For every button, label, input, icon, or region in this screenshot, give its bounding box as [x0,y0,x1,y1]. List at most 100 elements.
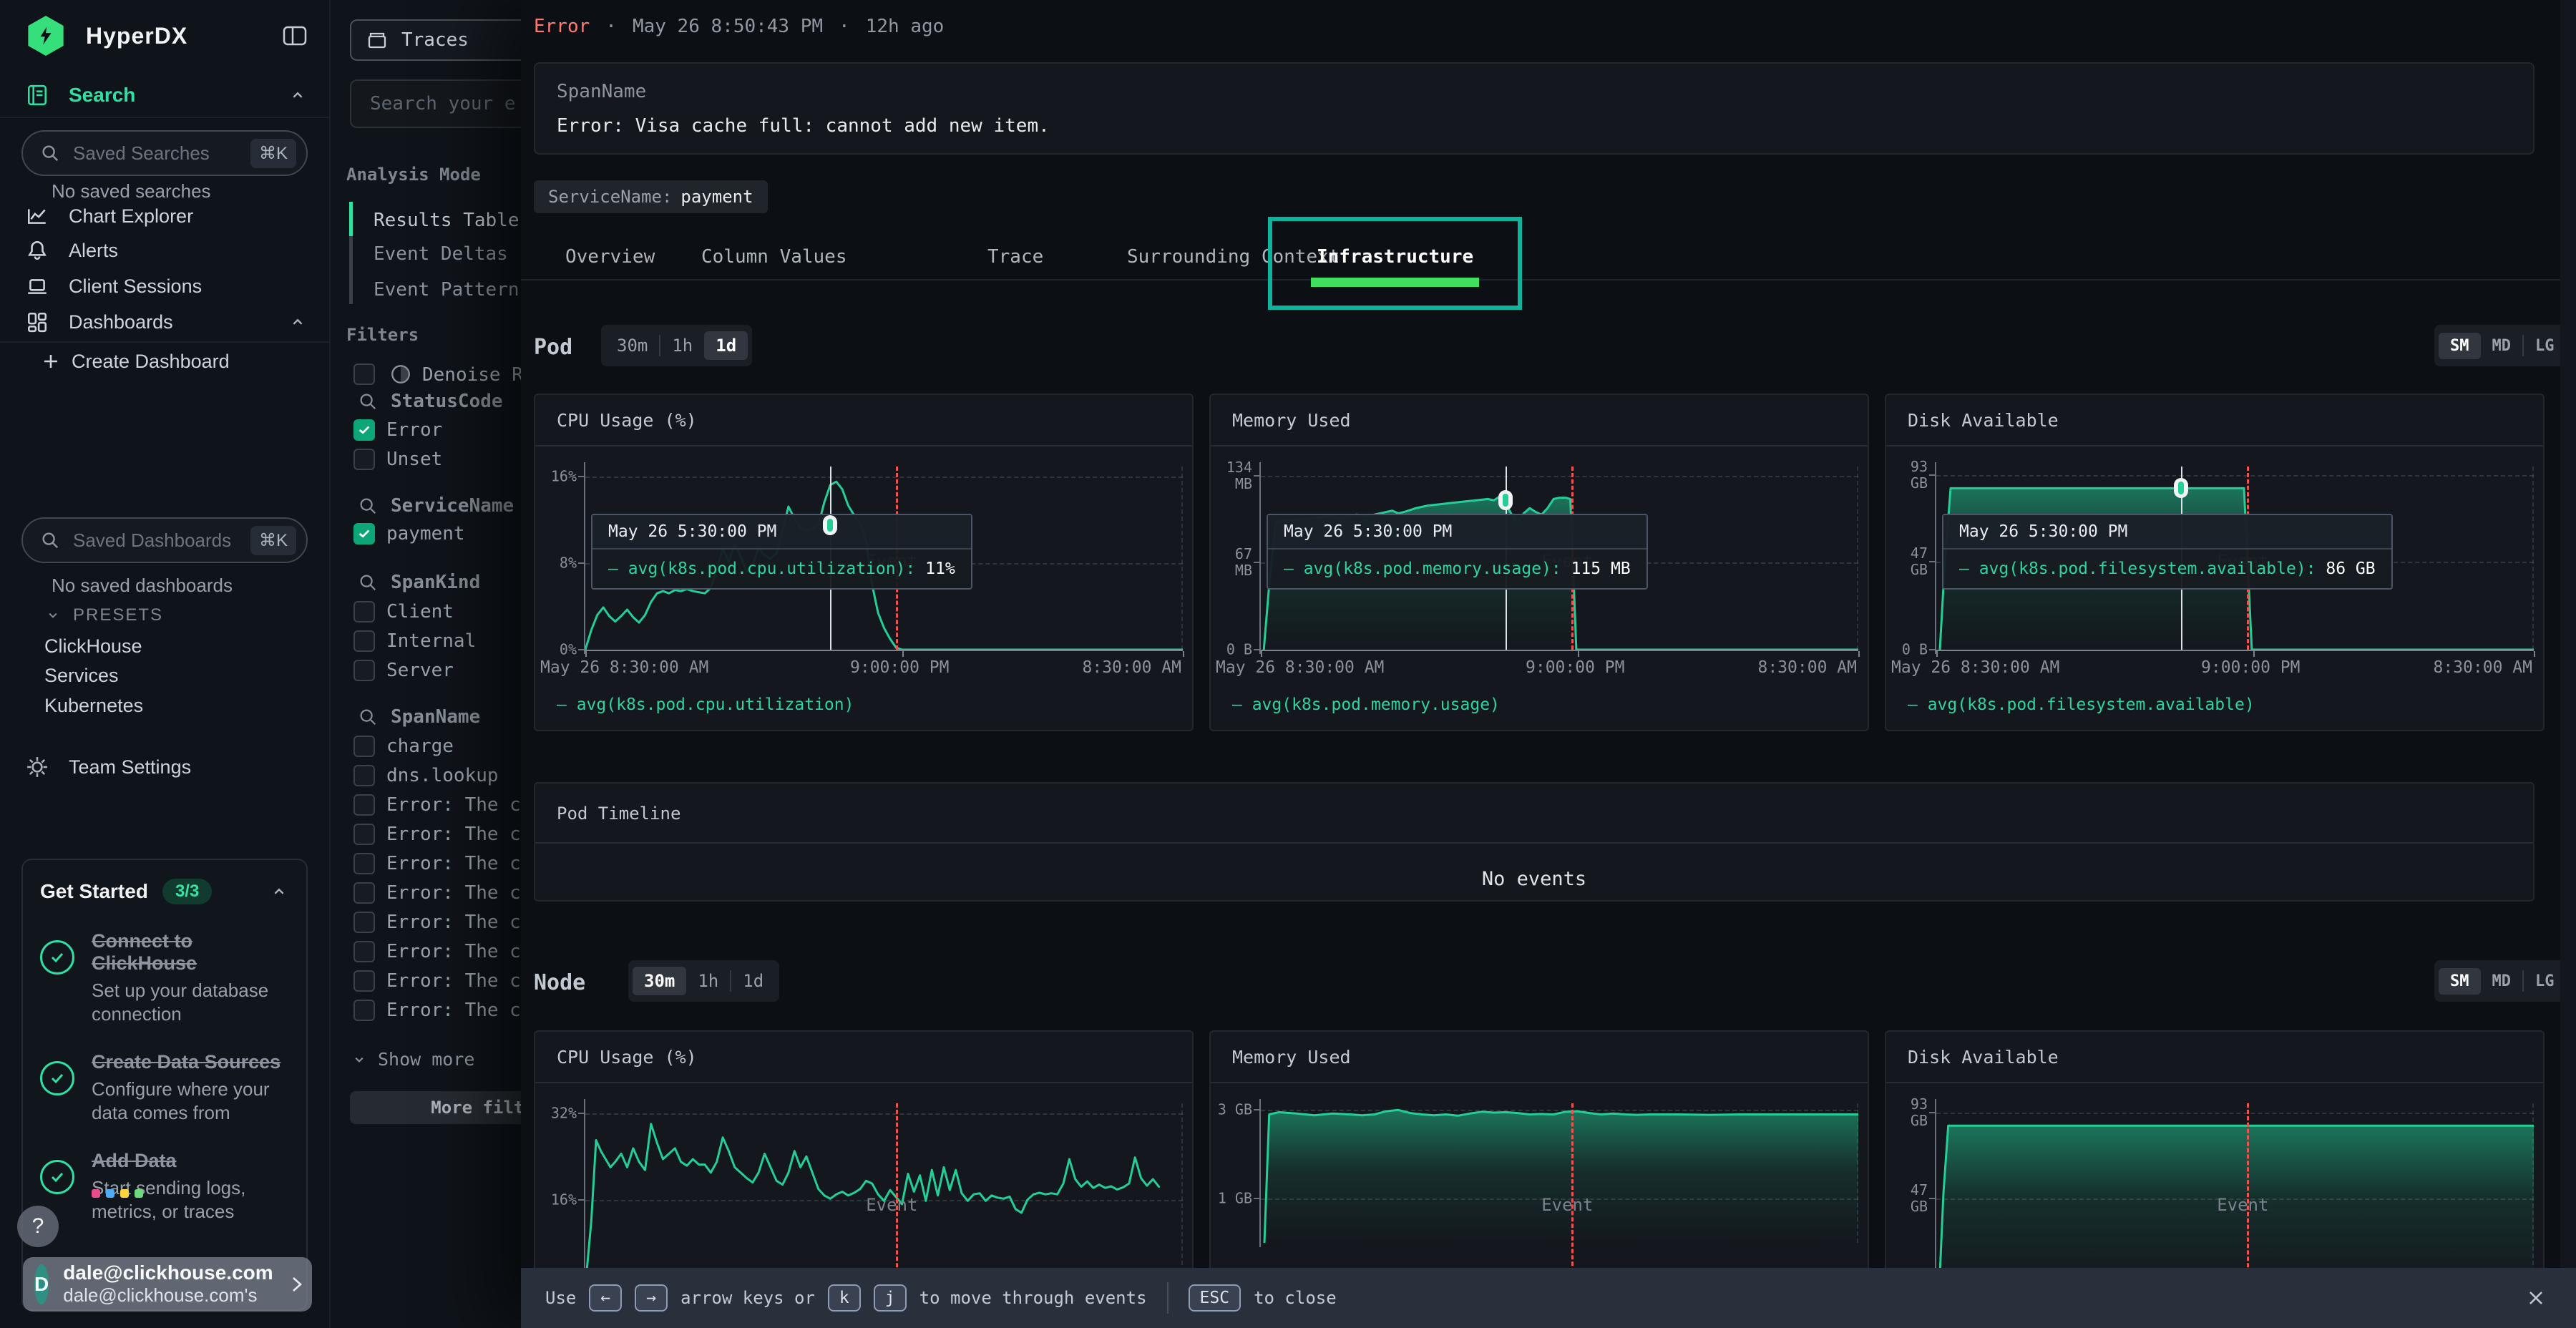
filter-option-label[interactable]: Error [386,419,442,441]
filter-checkbox-payment[interactable] [353,523,375,545]
sidebar-item-client-sessions[interactable]: Client Sessions [26,267,308,306]
chart-plot-area[interactable]: 134 MB67 MB0 BEventMay 26 5:30:00 PM— av… [1261,467,1858,650]
event-search-input[interactable]: Search your e [350,79,521,128]
get-started-step[interactable]: Create Data SourcesConfigure where your … [40,1051,289,1124]
sidebar-item-dashboards[interactable]: Dashboards [26,303,308,341]
filter-checkbox-error-the-cr[interactable] [353,1000,375,1021]
filter-option-label[interactable]: Error: The cr [386,853,521,874]
sidebar-item-team-settings[interactable]: Team Settings [26,748,308,786]
chevron-up-icon[interactable] [288,85,308,105]
tab-column-values[interactable]: Column Values [701,236,847,280]
saved-searches-input[interactable]: Saved Searches ⌘K [21,130,308,176]
create-dashboard-button[interactable]: Create Dashboard [42,342,308,381]
filter-checkbox-dns-lookup[interactable] [353,765,375,786]
mode-event-deltas[interactable]: Event Deltas [374,243,508,265]
filter-checkbox-unset[interactable] [353,449,375,470]
range-1d[interactable]: 1d [731,967,775,995]
chart-plot-area[interactable]: 93 GB47 GBEvent [1936,1103,2534,1286]
source-select[interactable]: Traces [350,19,521,61]
filter-group-spankind[interactable]: SpanKind [358,572,480,593]
filter-checkbox-server[interactable] [353,660,375,681]
filter-option-label[interactable]: charge [386,736,454,757]
saved-dashboards-input[interactable]: Saved Dashboards ⌘K [21,517,308,563]
presets-toggle[interactable]: PRESETS [44,605,163,625]
filter-checkbox-error-the-cr[interactable] [353,824,375,845]
preset-clickhouse[interactable]: ClickHouse [44,635,142,658]
filter-option-label[interactable]: Error: The cr [386,1000,521,1021]
filter-option-label[interactable]: payment [386,523,465,545]
denoise-label[interactable]: Denoise Re [422,364,521,386]
filter-checkbox-charge[interactable] [353,736,375,757]
close-icon[interactable] [2524,1286,2547,1309]
service-name-tag[interactable]: ServiceName: payment [534,180,768,213]
range-30m[interactable]: 30m [633,967,686,995]
filter-checkbox-error-the-cr[interactable] [353,794,375,816]
filter-checkbox-error-the-cr[interactable] [353,970,375,992]
chart-plot-area[interactable]: 3 GB1 GBEvent [1261,1103,1858,1243]
chart-plot-area[interactable]: 16%8%0%EventMay 26 5:30:00 PM— avg(k8s.p… [585,467,1183,650]
sidebar-item-alerts[interactable]: Alerts [26,231,308,270]
filter-checkbox-internal[interactable] [353,630,375,652]
tab-surrounding-context[interactable]: Surrounding Context [1127,236,1340,280]
filter-checkbox-error[interactable] [353,419,375,441]
search-icon [40,530,60,550]
tab-overview[interactable]: Overview [565,236,655,280]
sidebar-collapse-icon[interactable] [282,24,308,47]
size-lg[interactable]: LG [2524,968,2566,995]
filter-checkbox-client[interactable] [353,601,375,622]
filter-option-label[interactable]: Error: The cr [386,824,521,845]
filter-option-label[interactable]: Error: The cr [386,912,521,933]
size-sm[interactable]: SM [2439,333,2481,359]
filter-checkbox-error-the-cr[interactable] [353,941,375,962]
size-md[interactable]: MD [2481,968,2523,995]
filter-checkbox-error-the-cr[interactable] [353,912,375,933]
filter-checkbox-error-the-cr[interactable] [353,853,375,874]
sidebar-item-chart-explorer[interactable]: Chart Explorer [26,197,308,235]
chart-plot-area[interactable]: 93 GB47 GB0 BEventMay 26 5:30:00 PM— avg… [1936,467,2534,650]
get-started-step[interactable]: Add DataStart sending logs, metrics, or … [40,1150,289,1223]
filter-group-spanname[interactable]: SpanName [358,706,480,728]
size-md[interactable]: MD [2481,333,2523,359]
range-1h[interactable]: 1h [660,331,704,360]
filter-option-label[interactable]: Client [386,601,454,622]
divider [0,117,329,118]
size-lg[interactable]: LG [2524,333,2566,359]
filter-option-label[interactable]: dns.lookup [386,765,499,786]
tab-infrastructure[interactable]: Infrastructure [1317,236,1473,280]
mode-event-patterns[interactable]: Event Patterns [374,279,521,301]
range-1d[interactable]: 1d [704,331,748,360]
filter-option-label[interactable]: Error: The cr [386,882,521,904]
tooltip-time: May 26 5:30:00 PM [1943,515,2391,550]
filter-option-label[interactable]: Unset [386,449,442,470]
brand-row: HyperDX [26,16,308,55]
journal-icon [26,84,49,107]
filter-option-label[interactable]: Internal [386,630,476,652]
filter-option-label[interactable]: Server [386,660,454,681]
denoise-checkbox[interactable] [353,363,375,385]
filter-option-label[interactable]: Error: The cr [386,794,521,816]
chart-plot-area[interactable]: 32%16%Event [585,1103,1183,1286]
filter-group-statuscode[interactable]: StatusCode [358,391,503,412]
help-button[interactable]: ? [17,1206,59,1247]
step-title: Create Data Sources [92,1051,280,1073]
filter-option-label[interactable]: Error: The cr [386,970,521,992]
preset-services[interactable]: Services [44,665,119,687]
analysis-mode-label: Analysis Mode [346,165,481,185]
mode-results-table[interactable]: Results Table [374,210,519,231]
more-filters-button[interactable]: More filters [350,1091,521,1124]
preset-kubernetes[interactable]: Kubernetes [44,695,143,717]
range-1h[interactable]: 1h [686,967,730,995]
filter-option-label[interactable]: Error: The cr [386,941,521,962]
tab-trace[interactable]: Trace [987,236,1043,280]
sidebar-item-search[interactable]: Search [26,76,308,114]
range-30m[interactable]: 30m [605,331,659,360]
show-more-toggle[interactable]: Show more [351,1049,474,1070]
chevron-up-icon[interactable] [269,882,289,902]
filter-group-servicename[interactable]: ServiceName [358,495,514,517]
get-started-step[interactable]: Connect to ClickHouseSet up your databas… [40,930,289,1025]
profile-chip[interactable]: D dale@clickhouse.com dale@clickhouse.co… [23,1257,312,1312]
filter-checkbox-error-the-cr[interactable] [353,882,375,904]
size-sm[interactable]: SM [2439,968,2481,995]
scrollbar-track[interactable] [2560,0,2576,1268]
chevron-up-icon[interactable] [288,312,308,332]
